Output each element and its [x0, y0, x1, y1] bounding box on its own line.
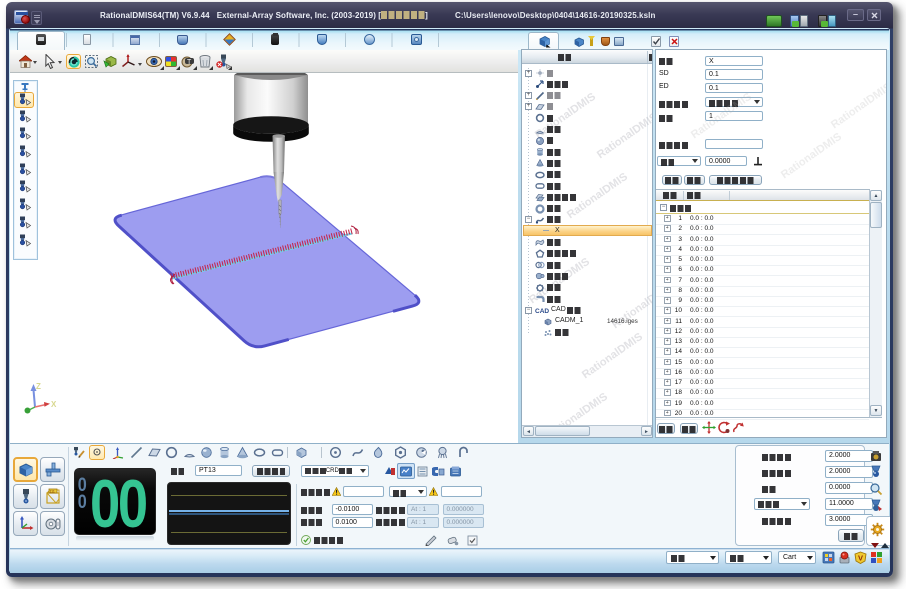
svg-text:Z: Z — [36, 382, 41, 391]
svg-text:111: 111 — [49, 489, 54, 493]
svg-text:T: T — [187, 59, 192, 66]
svg-text:CAD: CAD — [535, 308, 549, 315]
svg-text:X: X — [51, 400, 57, 409]
svg-text:V: V — [858, 554, 863, 563]
